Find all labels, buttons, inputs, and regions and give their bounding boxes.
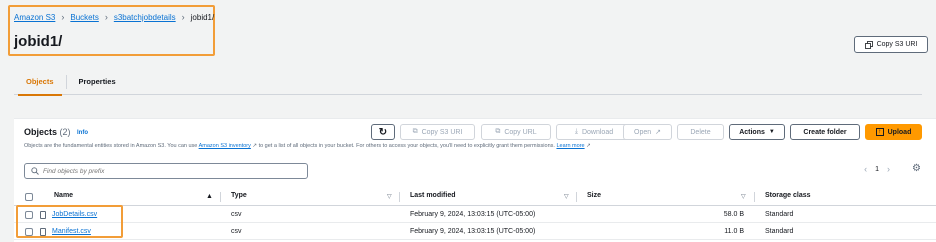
chevron-right-icon: › — [181, 12, 185, 22]
open-button[interactable]: Open ↗ — [623, 124, 672, 140]
table-row: Manifest.csv csv February 9, 2024, 13:03… — [14, 224, 936, 240]
column-header-storage-class[interactable]: Storage class — [765, 192, 811, 199]
column-divider — [220, 192, 221, 202]
search-icon — [31, 167, 39, 175]
refresh-icon: ↻ — [378, 126, 388, 138]
description-prefix: Objects are the fundamental entities sto… — [24, 143, 198, 149]
external-link-icon: ↗ — [252, 143, 258, 149]
upload-icon: ↑ — [875, 128, 884, 136]
column-header-type[interactable]: Type — [231, 192, 247, 199]
page-title: jobid1/ — [14, 33, 63, 50]
external-link-icon: ↗ — [586, 143, 591, 149]
s3-inventory-link[interactable]: Amazon S3 inventory — [199, 143, 251, 149]
highlight-box-files — [16, 205, 123, 238]
object-last-modified: February 9, 2024, 13:03:15 (UTC-05:00) — [410, 211, 536, 218]
sort-caret-icon[interactable]: ▽ — [741, 193, 746, 200]
column-header-last-modified[interactable]: Last modified — [410, 192, 456, 199]
refresh-button[interactable]: ↻ — [371, 124, 395, 140]
next-page-icon[interactable]: › — [887, 164, 890, 174]
chevron-right-icon: › — [61, 12, 65, 22]
copy-s3-uri-button[interactable]: ⧉ Copy S3 URI — [400, 124, 475, 140]
table-row: JobDetails.csv csv February 9, 2024, 13:… — [14, 207, 936, 223]
column-header-size[interactable]: Size — [587, 192, 601, 199]
sort-ascending-icon[interactable]: ▲ — [206, 193, 213, 200]
table-header: Name ▲ Type ▽ Last modified ▽ Size ▽ Sto… — [14, 188, 936, 206]
upload-label: Upload — [887, 128, 912, 136]
open-label: Open — [634, 128, 652, 136]
object-size: 11.0 B — [724, 228, 744, 235]
copy-s3-uri-header-button[interactable]: Copy S3 URI — [854, 36, 928, 53]
page-number[interactable]: 1 — [875, 166, 879, 173]
copy-s3-uri-label: Copy S3 URI — [421, 128, 463, 136]
copy-url-button[interactable]: ⧉ Copy URL — [481, 124, 551, 140]
column-header-name[interactable]: Name — [54, 192, 73, 199]
sort-caret-icon[interactable]: ▽ — [564, 193, 569, 200]
create-folder-button[interactable]: Create folder — [790, 124, 860, 140]
external-link-icon: ↗ — [655, 129, 661, 136]
info-link[interactable]: Info — [77, 130, 88, 136]
previous-page-icon[interactable]: ‹ — [864, 164, 867, 174]
object-type: csv — [231, 211, 242, 218]
copy-url-label: Copy URL — [504, 128, 537, 136]
column-divider — [754, 192, 755, 202]
delete-button[interactable]: Delete — [677, 124, 724, 140]
objects-title: Objects — [24, 127, 58, 137]
object-storage-class: Standard — [765, 211, 794, 218]
breadcrumb-buckets[interactable]: Buckets — [70, 13, 98, 22]
caret-down-icon: ▼ — [768, 129, 775, 135]
gear-icon[interactable]: ⚙ — [912, 163, 921, 174]
actions-dropdown[interactable]: Actions ▼ — [729, 124, 785, 140]
learn-more-link[interactable]: Learn more — [556, 143, 584, 149]
chevron-right-icon: › — [104, 12, 108, 22]
download-icon: ⤓ — [574, 128, 578, 135]
download-button[interactable]: ⤓ Download — [556, 124, 632, 140]
search-input[interactable] — [43, 167, 293, 175]
object-type: csv — [231, 228, 242, 235]
tab-list: Objects Properties — [14, 68, 922, 96]
objects-panel: Objects (2) Info Objects are the fundame… — [14, 118, 936, 242]
copy-icon: ⧉ — [495, 128, 501, 135]
column-divider — [399, 192, 400, 202]
column-divider — [576, 192, 577, 202]
object-storage-class: Standard — [765, 228, 794, 235]
delete-label: Delete — [690, 128, 711, 136]
tab-objects[interactable]: Objects — [14, 68, 66, 96]
objects-heading: Objects (2) — [24, 127, 71, 137]
copy-s3-uri-header-label: Copy S3 URI — [876, 41, 918, 48]
object-size: 58.0 B — [723, 211, 744, 218]
copy-icon — [864, 40, 873, 49]
search-box — [24, 163, 308, 179]
download-label: Download — [581, 128, 614, 136]
breadcrumb-amazon-s3[interactable]: Amazon S3 — [14, 13, 55, 22]
actions-label: Actions — [739, 128, 765, 136]
objects-count: (2) — [59, 127, 71, 137]
description-middle: to get a list of all objects in your buc… — [258, 143, 555, 149]
object-last-modified: February 9, 2024, 13:03:15 (UTC-05:00) — [410, 228, 536, 235]
upload-button[interactable]: ↑ Upload — [865, 124, 922, 140]
pagination: ‹ 1 › — [864, 164, 890, 174]
sort-caret-icon[interactable]: ▽ — [387, 193, 392, 200]
s3-object-browser: Amazon S3 › Buckets › s3batchjobdetails … — [0, 0, 936, 242]
breadcrumb-bucket[interactable]: s3batchjobdetails — [114, 13, 176, 22]
create-folder-label: Create folder — [803, 128, 847, 136]
objects-description: Objects are the fundamental entities sto… — [24, 143, 591, 149]
breadcrumb: Amazon S3 › Buckets › s3batchjobdetails … — [14, 11, 214, 23]
copy-icon: ⧉ — [412, 128, 418, 135]
select-all-checkbox[interactable] — [25, 193, 33, 201]
tab-properties[interactable]: Properties — [67, 68, 128, 95]
breadcrumb-current: jobid1/ — [190, 12, 215, 22]
